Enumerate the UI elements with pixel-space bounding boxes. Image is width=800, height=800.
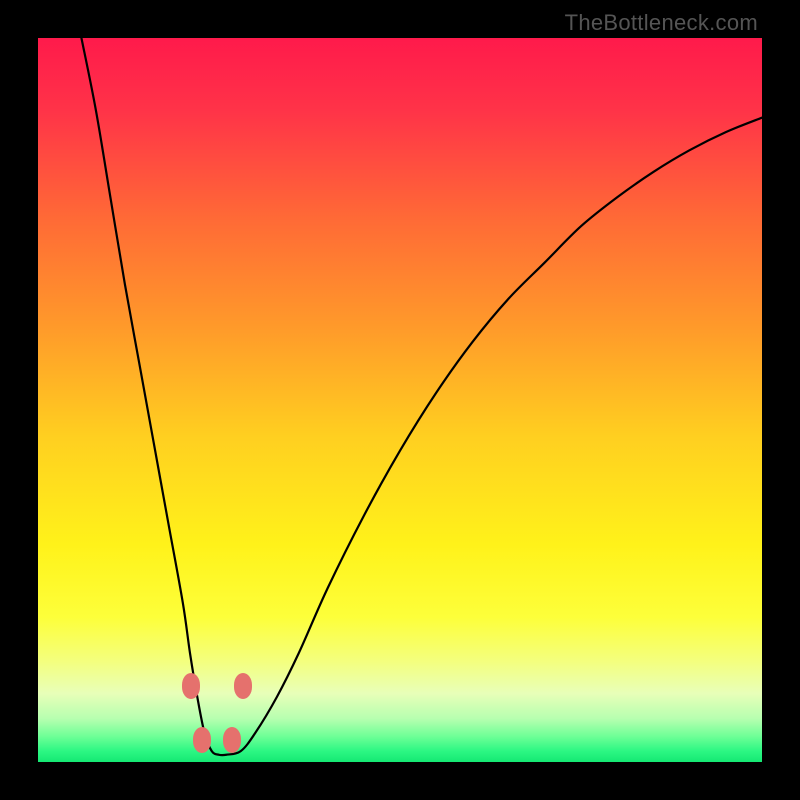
watermark-text: TheBottleneck.com [565,10,758,36]
curve-marker [234,673,252,699]
curve-marker [223,727,241,753]
plot-area [38,38,762,762]
background-gradient [38,38,762,762]
curve-marker [182,673,200,699]
chart-frame: TheBottleneck.com [0,0,800,800]
curve-marker [193,727,211,753]
